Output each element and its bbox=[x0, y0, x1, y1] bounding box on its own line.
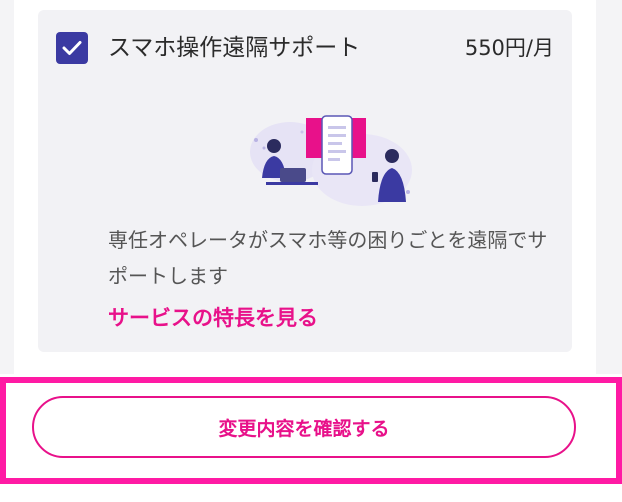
option-title: スマホ操作遠隔サポート bbox=[108, 35, 361, 61]
option-price: 550円/月 bbox=[464, 36, 554, 60]
checkmark-icon bbox=[62, 41, 82, 55]
option-checkbox[interactable] bbox=[56, 32, 88, 64]
feature-details-link[interactable]: サービスの特長を見る bbox=[108, 302, 318, 334]
remote-support-illustration-icon bbox=[250, 115, 412, 206]
option-description: 専任オペレータがスマホ等の困りごとを遠隔でサポートします bbox=[108, 228, 548, 288]
confirm-changes-button[interactable]: 変更内容を確認する bbox=[32, 396, 576, 458]
